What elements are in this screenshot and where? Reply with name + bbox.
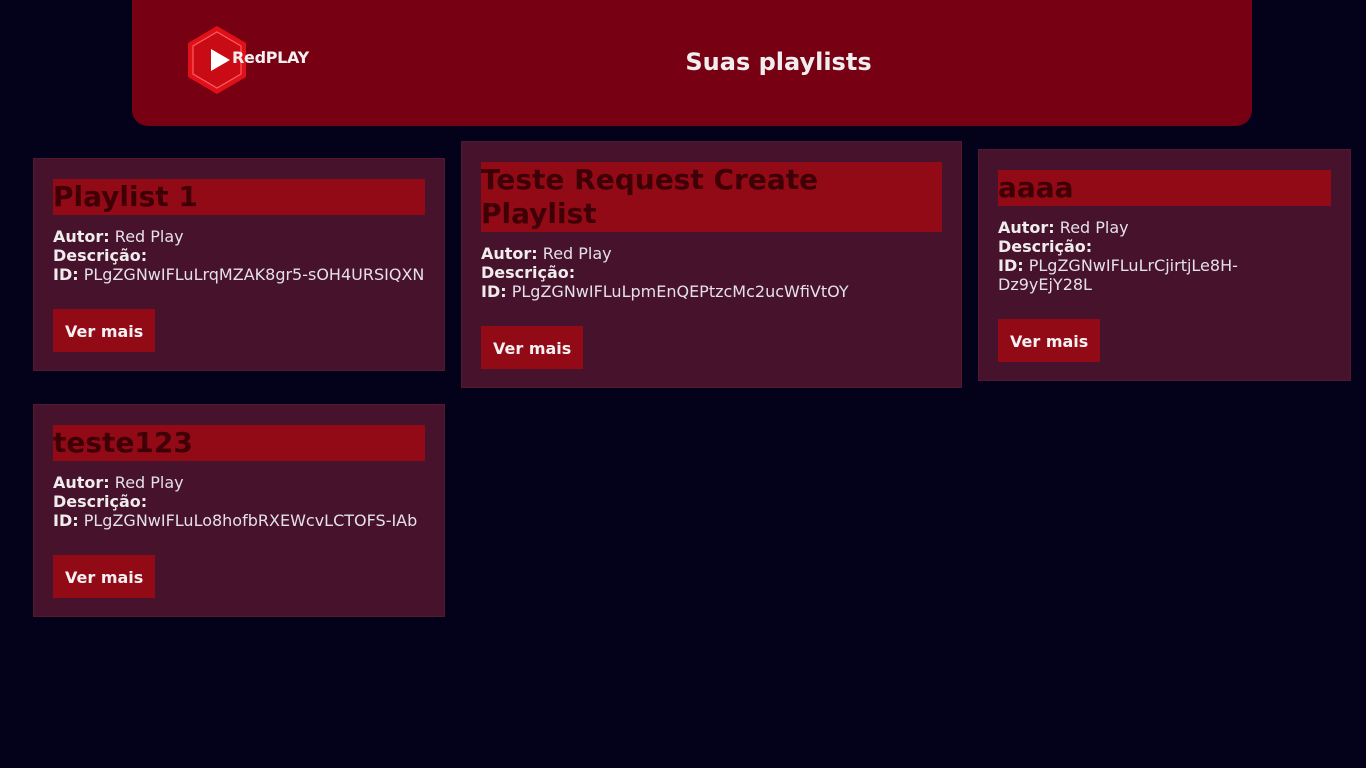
author-label: Autor:: [998, 218, 1055, 237]
id-value: PLgZGNwIFLuLo8hofbRXEWcvLCTOFS-IAb: [83, 511, 418, 530]
playlist-card: aaaa Autor: Red Play Descrição: ID: PLgZ…: [978, 149, 1351, 381]
author-label: Autor:: [53, 227, 110, 246]
author-row: Autor: Red Play: [998, 218, 1331, 237]
playlist-card: teste123 Autor: Red Play Descrição: ID: …: [33, 404, 445, 617]
id-label: ID:: [53, 265, 79, 284]
description-row: Descrição:: [53, 246, 425, 265]
description-label: Descrição:: [998, 237, 1093, 256]
author-row: Autor: Red Play: [481, 244, 942, 263]
ver-mais-button[interactable]: Ver mais: [53, 309, 156, 352]
playlist-meta: Autor: Red Play Descrição: ID: PLgZGNwIF…: [481, 244, 942, 301]
playlist-meta: Autor: Red Play Descrição: ID: PLgZGNwIF…: [53, 227, 425, 284]
author-row: Autor: Red Play: [53, 473, 425, 492]
id-row: ID: PLgZGNwIFLuLo8hofbRXEWcvLCTOFS-IAb: [53, 511, 425, 530]
id-value: PLgZGNwIFLuLrqMZAK8gr5-sOH4URSIQXN: [83, 265, 425, 284]
author-row: Autor: Red Play: [53, 227, 425, 246]
author-value: Red Play: [542, 244, 612, 263]
playlist-title: teste123: [53, 425, 425, 461]
ver-mais-button[interactable]: Ver mais: [998, 319, 1101, 362]
author-label: Autor:: [481, 244, 538, 263]
ver-mais-button[interactable]: Ver mais: [481, 326, 584, 369]
description-label: Descrição:: [481, 263, 576, 282]
id-row: ID: PLgZGNwIFLuLrqMZAK8gr5-sOH4URSIQXN: [53, 265, 425, 284]
page-title: Suas playlists: [685, 48, 872, 76]
playlist-title: aaaa: [998, 170, 1331, 206]
header-bar: RedPLAY Suas playlists: [132, 0, 1252, 126]
id-label: ID:: [998, 256, 1024, 275]
author-value: Red Play: [114, 473, 184, 492]
playlist-card: Playlist 1 Autor: Red Play Descrição: ID…: [33, 158, 445, 371]
id-row: ID: PLgZGNwIFLuLrCjirtjLe8H-Dz9yEjY28L: [998, 256, 1331, 294]
description-row: Descrição:: [53, 492, 425, 511]
id-row: ID: PLgZGNwIFLuLpmEnQEPtzcMc2ucWfiVtOY: [481, 282, 942, 301]
playlist-title: Playlist 1: [53, 179, 425, 215]
description-label: Descrição:: [53, 246, 148, 265]
author-value: Red Play: [114, 227, 184, 246]
author-value: Red Play: [1059, 218, 1129, 237]
description-label: Descrição:: [53, 492, 148, 511]
id-label: ID:: [53, 511, 79, 530]
id-label: ID:: [481, 282, 507, 301]
playlist-meta: Autor: Red Play Descrição: ID: PLgZGNwIF…: [998, 218, 1331, 294]
description-row: Descrição:: [481, 263, 942, 282]
playlist-card: Teste Request Create Playlist Autor: Red…: [461, 141, 962, 388]
playlist-meta: Autor: Red Play Descrição: ID: PLgZGNwIF…: [53, 473, 425, 530]
id-value: PLgZGNwIFLuLrCjirtjLe8H-Dz9yEjY28L: [998, 256, 1238, 294]
ver-mais-button[interactable]: Ver mais: [53, 555, 156, 598]
author-label: Autor:: [53, 473, 110, 492]
description-row: Descrição:: [998, 237, 1331, 256]
id-value: PLgZGNwIFLuLpmEnQEPtzcMc2ucWfiVtOY: [511, 282, 849, 301]
playlist-title: Teste Request Create Playlist: [481, 162, 942, 232]
